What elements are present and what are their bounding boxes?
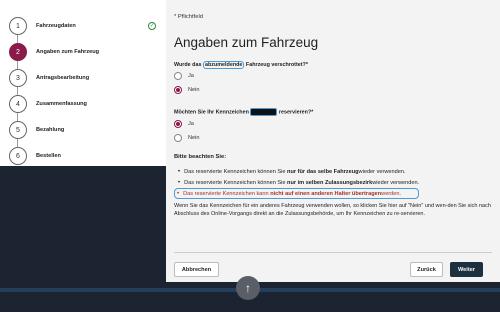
step-number: 5	[9, 121, 27, 139]
radio-scrapped-ja[interactable]: Ja	[174, 72, 194, 80]
back-button[interactable]: Zurück	[410, 262, 443, 277]
highlighted-word: abzumeldende	[202, 61, 245, 69]
main-panel: * Pflichtfeld Angaben zum Fahrzeug Wurde…	[166, 0, 500, 282]
notice-list: Das reservierte Kennzeichen können Sie n…	[174, 166, 420, 199]
step-label: Bestellen	[36, 153, 61, 159]
step-number: 6	[9, 147, 27, 165]
step-label: Fahrzeugdaten	[36, 23, 76, 29]
progress-sidebar: 1 Fahrzeugdaten ✓ 2 Angaben zum Fahrzeug…	[0, 0, 166, 166]
notice-item: Das reservierte Kennzeichen können Sie n…	[178, 166, 419, 177]
step-bestellen: 6 Bestellen	[9, 143, 164, 169]
radio-reserve-nein[interactable]: Nein	[174, 134, 200, 142]
step-label: Zusammenfassung	[36, 101, 87, 107]
notice-bold: nur im selben Zulassungsbezirk	[287, 179, 373, 186]
question-text: Wurde das	[174, 62, 203, 68]
notice-bold: nur für das selbe Fahrzeug	[287, 168, 359, 175]
required-note: * Pflichtfeld	[174, 14, 203, 20]
question-scrapped: Wurde das abzumeldende Fahrzeug verschro…	[174, 61, 308, 69]
radio-button[interactable]	[174, 134, 182, 142]
step-angaben-zum-fahrzeug: 2 Angaben zum Fahrzeug	[9, 39, 164, 65]
notice-text: wieder verwenden.	[372, 179, 420, 186]
notice-text: Das reservierte Kennzeichen können Sie	[184, 179, 286, 186]
radio-label: Nein	[188, 135, 200, 141]
radio-reserve-ja[interactable]: Ja	[174, 120, 194, 128]
next-button[interactable]: Weiter	[450, 262, 483, 277]
abort-button[interactable]: Abbrechen	[174, 262, 219, 277]
redacted-plate	[250, 108, 278, 116]
step-label: Bezahlung	[36, 127, 65, 133]
notice-text: Das reservierte Kennzeichen kann	[183, 190, 269, 197]
step-label: Antragsbearbeitung	[36, 75, 90, 81]
radio-button[interactable]	[174, 120, 182, 128]
question-text: reservieren?*	[277, 109, 314, 116]
step-label: Angaben zum Fahrzeug	[36, 49, 100, 55]
notice-bold: nicht auf einen anderen Halter übertrage…	[270, 190, 382, 197]
radio-label: Ja	[188, 73, 194, 79]
radio-label: Nein	[188, 87, 200, 93]
notice-item: Das reservierte Kennzeichen können Sie n…	[178, 177, 419, 188]
check-icon: ✓	[148, 22, 156, 30]
notice-paragraph: Wenn Sie das Kennzeichen für ein anderes…	[174, 203, 491, 218]
scroll-to-top-button[interactable]: ↑	[236, 276, 260, 300]
arrow-up-icon: ↑	[245, 281, 251, 295]
notice-item-warning: Das reservierte Kennzeichen kann nicht a…	[174, 188, 420, 199]
radio-label: Ja	[188, 121, 194, 127]
radio-scrapped-nein[interactable]: Nein	[174, 86, 200, 94]
form-content: * Pflichtfeld Angaben zum Fahrzeug Wurde…	[166, 0, 500, 282]
step-zusammenfassung: 4 Zusammenfassung	[9, 91, 164, 117]
step-antragsbearbeitung: 3 Antragsbearbeitung	[9, 65, 164, 91]
step-fahrzeugdaten[interactable]: 1 Fahrzeugdaten	[9, 13, 164, 39]
step-bezahlung: 5 Bezahlung	[9, 117, 164, 143]
question-reserve: Möchten Sie Ihr Kennzeichen reservieren?…	[174, 108, 313, 116]
radio-button[interactable]	[174, 86, 182, 94]
question-text: Fahrzeug verschrottet?*	[244, 62, 308, 68]
page-title: Angaben zum Fahrzeug	[174, 35, 319, 50]
step-number: 1	[9, 17, 27, 35]
notice-heading: Bitte beachten Sie:	[174, 154, 227, 160]
step-number: 2	[9, 43, 27, 61]
question-text: Möchten Sie Ihr Kennzeichen	[174, 109, 251, 116]
radio-button[interactable]	[174, 72, 182, 80]
step-number: 3	[9, 69, 27, 87]
notice-text: werden.	[381, 190, 402, 197]
divider	[174, 252, 492, 253]
step-number: 4	[9, 95, 27, 113]
notice-text: Das reservierte Kennzeichen können Sie	[184, 168, 286, 175]
notice-text: wieder verwenden.	[358, 168, 406, 175]
